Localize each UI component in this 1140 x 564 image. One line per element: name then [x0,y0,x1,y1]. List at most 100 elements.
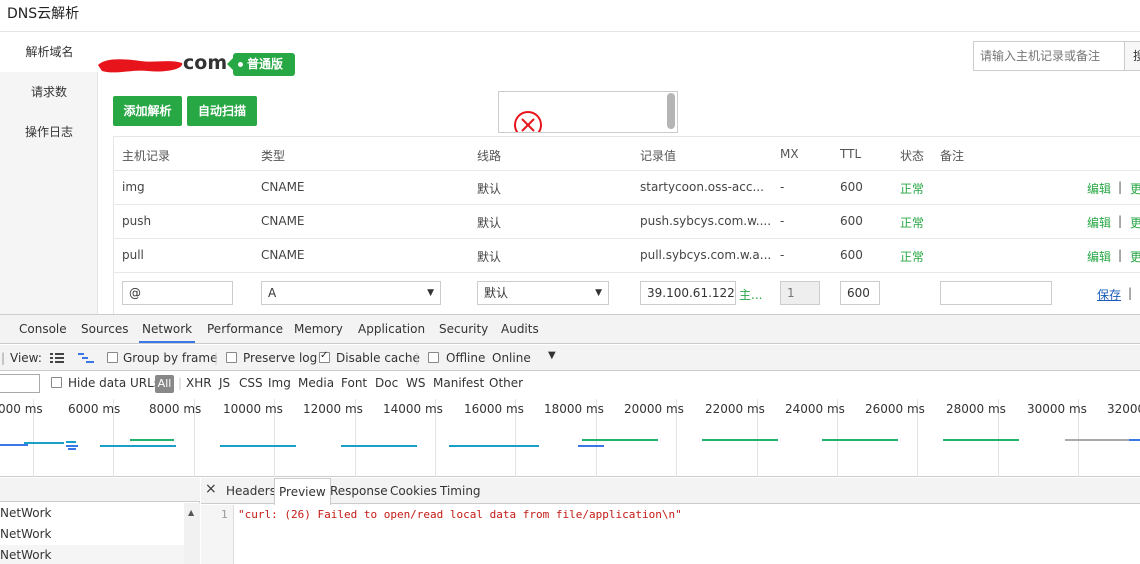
line-number: 1 [221,508,228,521]
timeline-label: 18000 ms [544,402,604,416]
edit-link[interactable]: 编辑 [1087,180,1111,197]
table-row-type: CNAME [261,180,305,194]
tab-console[interactable]: Console [19,322,67,336]
more-link[interactable]: 更 [1130,214,1140,231]
table-row-type: CNAME [261,248,305,262]
request-bar [1129,439,1140,441]
col-value: 记录值 [640,149,677,163]
col-status: 状态 [900,149,925,163]
table-row-host: push [122,214,152,228]
group-by-frame-checkbox[interactable] [107,352,118,363]
request-list-scrollbar[interactable]: ▲ [184,503,200,564]
header-divider [0,31,1140,32]
tab-response[interactable]: Response [330,484,388,498]
value-input[interactable]: 39.100.61.122 [640,281,736,305]
request-bar [100,445,176,447]
preview-content: "curl: (26) Failed to open/read local da… [238,508,682,521]
table-row-value: pull.sybcys.com.w.a... [640,248,772,262]
filter-manifest-button[interactable]: Manifest [433,376,484,390]
table-row-value: startycoon.oss-acc... [640,180,764,194]
table-row-line: 默认 [477,250,502,264]
filter-xhr-button[interactable]: XHR [186,376,212,390]
host-input[interactable]: @ [122,281,233,305]
tab-headers[interactable]: Headers [226,484,276,498]
line-select[interactable]: 默认 ▼ [477,281,609,305]
list-view-icon[interactable] [50,353,64,363]
tab-performance[interactable]: Performance [207,322,283,336]
filter-js-button[interactable]: JS [219,376,230,390]
tab-timing[interactable]: Timing [440,484,481,498]
tab-application[interactable]: Application [358,322,425,336]
action-separator: | [1118,214,1123,228]
type-select[interactable]: A ▼ [261,281,441,305]
table-row-line: 默认 [477,216,502,230]
hide-data-urls-checkbox[interactable] [51,377,62,388]
offline-checkbox[interactable] [428,352,439,363]
filter-doc-button[interactable]: Doc [375,376,398,390]
timeline-label: 14000 ms [383,402,443,416]
filter-media-button[interactable]: Media [298,376,334,390]
mx-input[interactable]: 1 [780,281,820,305]
sidebar-item-requests[interactable]: 请求数 [0,72,98,112]
tab-memory[interactable]: Memory [294,322,343,336]
offline-label: Offline [446,351,486,365]
search-input[interactable] [973,41,1125,71]
disable-cache-label: Disable cache [336,351,420,365]
tab-network[interactable]: Network [139,322,196,343]
tab-cookies[interactable]: Cookies [390,484,437,498]
filter-font-button[interactable]: Font [341,376,367,390]
filter-css-button[interactable]: CSS [239,376,263,390]
tab-sources[interactable]: Sources [81,322,128,336]
request-bar [582,439,658,441]
request-bar [66,445,78,447]
filter-img-button[interactable]: Img [268,376,291,390]
request-bar [1065,439,1129,441]
list-item[interactable]: NetWork [0,545,184,564]
more-link[interactable]: 更 [1130,248,1140,265]
tab-audits[interactable]: Audits [501,322,539,336]
chevron-down-icon: ▼ [427,288,434,298]
scroll-up-icon[interactable]: ▲ [188,508,194,517]
more-link[interactable]: 更 [1130,180,1140,197]
toolbar-divider: | [178,376,183,390]
ttl-input[interactable]: 600 [840,281,880,305]
table-row-line: 默认 [477,182,502,196]
filter-input[interactable] [0,374,40,393]
save-link[interactable]: 保存 [1097,286,1121,303]
sidebar-item-logs[interactable]: 操作日志 [0,112,98,152]
add-record-button[interactable]: 添加解析 [113,96,182,126]
disable-cache-checkbox[interactable] [319,350,330,363]
col-host: 主机记录 [122,149,171,163]
value-hint: 主... [739,288,763,302]
filter-ws-button[interactable]: WS [406,376,425,390]
timeline-label: 16000 ms [464,402,524,416]
auto-scan-button[interactable]: 自动扫描 [187,96,257,126]
sidebar-item-domains[interactable]: 解析域名 [0,32,99,72]
col-type: 类型 [261,149,286,163]
plan-badge: 普通版 [226,53,296,76]
edit-link[interactable]: 编辑 [1087,214,1111,231]
tab-preview[interactable]: Preview [274,478,331,505]
request-bar [0,444,28,446]
remark-input[interactable] [940,281,1052,305]
timeline-label: 20000 ms [624,402,684,416]
devtools-tabs: Console Sources Network Performance Memo… [0,315,1140,344]
throttle-select[interactable]: Online [492,351,531,365]
search-button[interactable]: 搜 [1124,41,1140,71]
preserve-log-checkbox[interactable] [226,352,237,363]
timeline-label: 26000 ms [865,402,925,416]
edit-link[interactable]: 编辑 [1087,248,1111,265]
table-row-ttl: 600 [840,248,863,262]
action-separator: | [1118,248,1123,262]
close-icon[interactable]: × [205,481,217,497]
filter-all-button[interactable]: All [155,375,174,393]
list-item[interactable]: NetWork [0,524,184,545]
list-item[interactable]: NetWork [0,503,184,524]
popup-scrollbar[interactable] [667,93,675,129]
app-title: DNS云解析 [7,6,80,22]
tab-security[interactable]: Security [439,322,488,336]
filter-other-button[interactable]: Other [489,376,523,390]
chevron-down-icon[interactable]: ▼ [548,350,556,361]
detail-tabs: × Headers Preview Response Cookies Timin… [201,478,1140,505]
waterfall-view-icon[interactable] [78,353,94,363]
